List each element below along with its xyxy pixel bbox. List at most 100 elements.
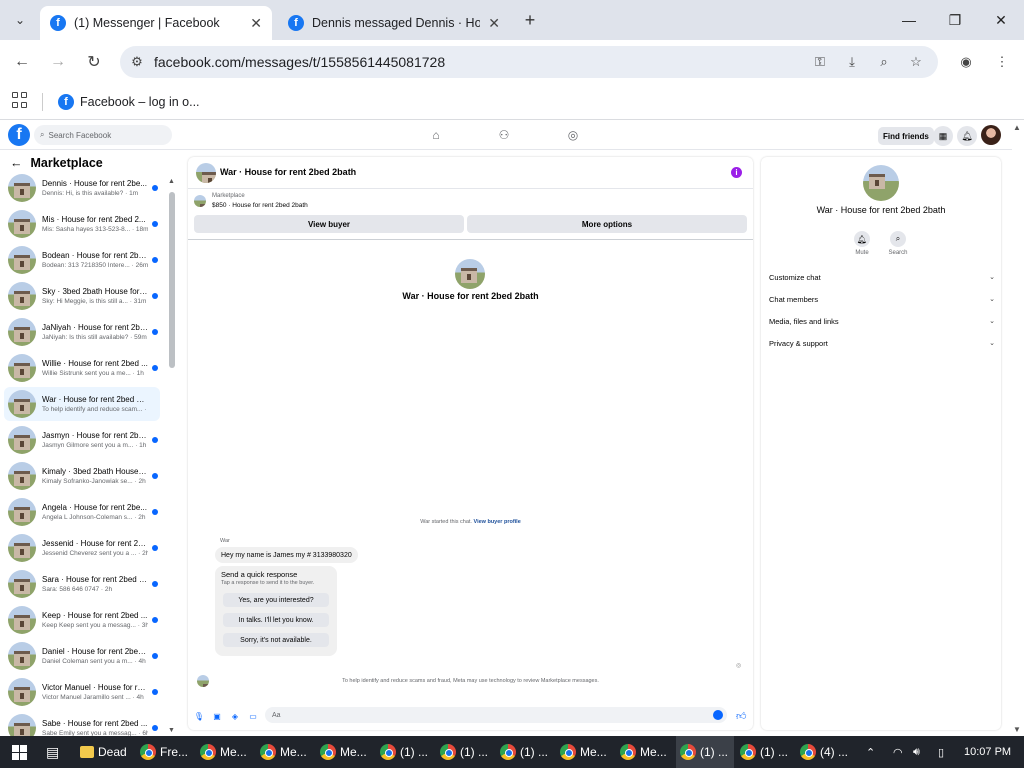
thumbs-up-icon[interactable]: 👍︎: [736, 710, 746, 722]
scrollbar-thumb[interactable]: [169, 192, 175, 368]
conversation-item[interactable]: Bodean · House for rent 2be... Bodean: 31…: [4, 243, 160, 277]
tab-dennis-messaged[interactable]: f Dennis messaged Dennis · Hou ✕: [278, 6, 510, 40]
show-hidden-icons[interactable]: ⌃: [866, 736, 875, 768]
install-app-icon[interactable]: ⤓: [842, 52, 862, 72]
account-avatar[interactable]: [981, 125, 1001, 145]
sticker-icon[interactable]: ◈: [230, 711, 240, 721]
clock-time[interactable]: 10:07 PM: [964, 736, 1011, 768]
password-key-icon[interactable]: ⚿: [810, 52, 830, 72]
taskbar-chrome-window[interactable]: Me...: [616, 736, 674, 768]
conversation-list-scrollbar[interactable]: ▲ ▼: [168, 178, 176, 734]
home-icon[interactable]: ⌂: [428, 127, 444, 143]
page-scrollbar[interactable]: ▲ ▼: [1012, 121, 1024, 736]
more-options-button[interactable]: More options: [467, 215, 747, 233]
task-view-button[interactable]: ▤: [42, 736, 68, 768]
view-buyer-profile-link[interactable]: View buyer profile: [474, 519, 521, 525]
scroll-up-icon[interactable]: ▲: [1013, 123, 1021, 132]
conversation-item[interactable]: Angela · House for rent 2be... Angela L J…: [4, 495, 160, 529]
conversation-item[interactable]: JaNiyah · House for rent 2be... JaNiyah: …: [4, 315, 160, 349]
taskbar-chrome-window[interactable]: (1) ...: [736, 736, 794, 768]
conversation-item[interactable]: Keep · House for rent 2bed ... Keep Keep …: [4, 603, 160, 637]
facebook-logo-icon[interactable]: f: [8, 124, 30, 146]
close-tab-icon[interactable]: ✕: [250, 15, 262, 32]
minimize-window-button[interactable]: —: [895, 8, 923, 32]
bookmark-star-icon[interactable]: ☆: [906, 52, 926, 72]
browser-menu-icon[interactable]: ⋮: [992, 52, 1012, 72]
apps-grid-icon[interactable]: [12, 92, 28, 108]
info-icon[interactable]: i: [731, 167, 742, 178]
conversation-item[interactable]: War · House for rent 2bed 2ba... To help …: [4, 387, 160, 421]
restore-window-button[interactable]: ❐: [941, 8, 969, 32]
taskbar-chrome-window[interactable]: Me...: [316, 736, 374, 768]
conversation-item[interactable]: Mis · House for rent 2bed 2... Mis: Sasha…: [4, 207, 160, 241]
quick-reply-yes-button[interactable]: Yes, are you interested?: [223, 593, 329, 607]
quick-reply-in-talks-button[interactable]: In talks. I'll let you know.: [223, 613, 329, 627]
scroll-up-icon[interactable]: ▲: [168, 178, 175, 185]
profile-icon[interactable]: ◉: [956, 52, 976, 72]
facebook-search-input[interactable]: ⌕ Search Facebook: [34, 125, 172, 145]
section-media-files-links[interactable]: Media, files and links ⌄: [769, 314, 995, 328]
taskbar-chrome-window[interactable]: (1) ...: [676, 736, 734, 768]
wifi-icon[interactable]: ◠: [893, 736, 903, 768]
scroll-down-icon[interactable]: ▼: [1013, 725, 1021, 734]
back-arrow-icon[interactable]: ←: [10, 156, 23, 170]
search-icon[interactable]: ⌕: [890, 231, 906, 247]
groups-icon[interactable]: ◎: [565, 127, 581, 143]
tab-search-button[interactable]: ⌄: [8, 8, 32, 32]
chat-title[interactable]: War · House for rent 2bed 2bath: [220, 167, 356, 177]
taskbar-file-explorer[interactable]: Dead: [76, 736, 134, 768]
bookmark-facebook[interactable]: f Facebook – log in o...: [58, 92, 200, 112]
conversation-item[interactable]: Victor Manuel · House for re... Victor Ma…: [4, 675, 160, 709]
tab-messenger[interactable]: f (1) Messenger | Facebook ✕: [40, 6, 272, 40]
close-tab-icon[interactable]: ✕: [488, 15, 500, 32]
find-friends-button[interactable]: Find friends: [878, 127, 934, 145]
taskbar-chrome-window[interactable]: (1) ...: [376, 736, 434, 768]
scroll-down-icon[interactable]: ▼: [168, 727, 175, 734]
conversation-item[interactable]: Sara · House for rent 2bed 2b... Sara: 58…: [4, 567, 160, 601]
conversation-item[interactable]: Daniel · House for rent 2bed... Daniel Co…: [4, 639, 160, 673]
start-button[interactable]: [8, 736, 34, 768]
section-customize-chat[interactable]: Customize chat ⌄: [769, 270, 995, 284]
quick-reply-not-available-button[interactable]: Sorry, it's not available.: [223, 633, 329, 647]
microphone-icon[interactable]: 🎙︎: [194, 711, 204, 721]
menu-grid-icon[interactable]: ▦: [933, 126, 953, 146]
message-input[interactable]: Aa: [265, 707, 727, 723]
close-window-button[interactable]: ✕: [987, 8, 1015, 32]
conversation-item[interactable]: Sabe · House for rent 2bed ... Sabe Emily…: [4, 711, 160, 736]
taskbar-chrome-window[interactable]: Me...: [556, 736, 614, 768]
taskbar-chrome-window[interactable]: (4) ...: [796, 736, 854, 768]
volume-icon[interactable]: 🔊︎: [913, 736, 920, 768]
gif-icon[interactable]: ▭: [248, 711, 258, 721]
conversation-item[interactable]: Kimaly · 3bed 2bath House f... Kimaly Sof…: [4, 459, 160, 493]
view-buyer-button[interactable]: View buyer: [194, 215, 464, 233]
conversation-item[interactable]: Dennis · House for rent 2be... Dennis: Hi…: [4, 171, 160, 205]
friends-icon[interactable]: ⚇: [496, 127, 512, 143]
conversation-item[interactable]: Jasmyn · House for rent 2be... Jasmyn Gil…: [4, 423, 160, 457]
chat-avatar[interactable]: [196, 163, 216, 183]
reload-button[interactable]: ↻: [82, 50, 106, 74]
conversation-item[interactable]: Willie · House for rent 2bed ... Willie S…: [4, 351, 160, 385]
forward-button[interactable]: →: [46, 50, 70, 74]
section-privacy-support[interactable]: Privacy & support ⌄: [769, 336, 995, 350]
emoji-icon[interactable]: [713, 710, 723, 720]
taskbar-chrome-window[interactable]: (1) ...: [436, 736, 494, 768]
mute-action[interactable]: 🔔︎ Mute: [847, 231, 877, 256]
photo-icon[interactable]: ▣: [212, 711, 222, 721]
search-action[interactable]: ⌕ Search: [883, 231, 913, 256]
section-chat-members[interactable]: Chat members ⌄: [769, 292, 995, 306]
taskbar-chrome-window[interactable]: Me...: [196, 736, 254, 768]
message-bubble[interactable]: Hey my name is James my # 3133980320: [215, 547, 358, 563]
site-info-icon[interactable]: ⚙: [120, 54, 154, 70]
conversation-item[interactable]: Sky · 3bed 2bath House for ... Sky: Hi Me…: [4, 279, 160, 313]
taskbar-chrome-window[interactable]: Me...: [256, 736, 314, 768]
bell-icon[interactable]: 🔔︎: [854, 231, 870, 247]
new-tab-button[interactable]: +: [520, 10, 540, 30]
conversation-item[interactable]: Jessenid · House for rent 2be... Jessenid…: [4, 531, 160, 565]
taskbar-chrome-window[interactable]: Fre...: [136, 736, 194, 768]
battery-icon[interactable]: ▯: [938, 736, 944, 768]
marketplace-listing-banner[interactable]: Marketplace $850 · House for rent 2bed 2…: [194, 193, 744, 211]
zoom-icon[interactable]: ⌕: [874, 52, 894, 72]
notifications-bell-icon[interactable]: 🔔︎: [957, 126, 977, 146]
url-text[interactable]: facebook.com/messages/t/1558561445081728: [154, 54, 445, 70]
back-button[interactable]: ←: [10, 50, 34, 74]
